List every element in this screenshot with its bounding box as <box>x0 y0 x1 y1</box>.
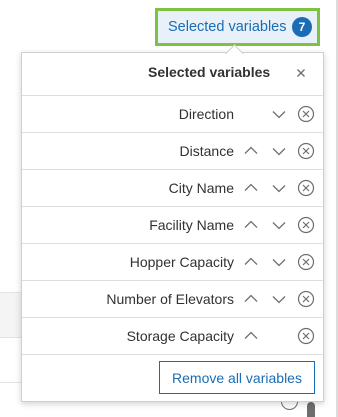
variable-label: Direction <box>178 106 234 122</box>
selected-variables-button[interactable]: Selected variables 7 <box>155 8 320 46</box>
variable-label: Distance <box>179 143 234 159</box>
scrollbar-thumb[interactable] <box>307 402 315 417</box>
chevron-down-icon[interactable] <box>270 216 288 234</box>
background-divider <box>0 382 22 383</box>
x-circle-icon[interactable] <box>297 327 315 345</box>
chevron-up-icon[interactable] <box>242 142 260 160</box>
selected-variables-popover: Selected variables Direction Distance City… <box>21 52 324 402</box>
x-circle-icon[interactable] <box>297 105 315 123</box>
x-circle-icon[interactable] <box>297 290 315 308</box>
x-circle-icon[interactable] <box>297 179 315 197</box>
variable-label: Number of Elevators <box>106 291 234 307</box>
remove-all-variables-button[interactable]: Remove all variables <box>159 361 315 394</box>
variable-row: Facility Name <box>22 207 323 244</box>
variable-label: Hopper Capacity <box>129 254 234 270</box>
variable-label: Facility Name <box>149 217 234 233</box>
variable-row: Hopper Capacity <box>22 244 323 281</box>
chevron-down-icon[interactable] <box>270 253 288 271</box>
x-circle-icon[interactable] <box>297 253 315 271</box>
x-circle-icon[interactable] <box>297 142 315 160</box>
chevron-down-icon[interactable] <box>270 105 288 123</box>
selected-count-badge: 7 <box>292 17 312 37</box>
background-panel-row <box>0 292 22 338</box>
chevron-up-icon[interactable] <box>242 253 260 271</box>
x-circle-icon[interactable] <box>297 216 315 234</box>
chevron-up-icon[interactable] <box>242 327 260 345</box>
variable-row: Storage Capacity <box>22 318 323 355</box>
variable-row: City Name <box>22 170 323 207</box>
variable-row: Distance <box>22 133 323 170</box>
variable-label: City Name <box>168 180 234 196</box>
popover-header: Selected variables <box>22 53 323 96</box>
variable-row: Number of Elevators <box>22 281 323 318</box>
chevron-up-icon[interactable] <box>242 179 260 197</box>
chevron-down-icon[interactable] <box>270 142 288 160</box>
selected-variables-button-label: Selected variables <box>168 19 287 35</box>
variable-row: Direction <box>22 96 323 133</box>
variable-label: Storage Capacity <box>126 328 234 344</box>
chevron-up-icon[interactable] <box>242 216 260 234</box>
close-icon[interactable] <box>292 64 310 82</box>
popover-title: Selected variables <box>148 64 271 80</box>
chevron-up-icon[interactable] <box>242 290 260 308</box>
variable-list: Direction Distance City Name Facility Name H… <box>22 96 323 355</box>
chevron-down-icon[interactable] <box>270 290 288 308</box>
chevron-down-icon[interactable] <box>270 179 288 197</box>
